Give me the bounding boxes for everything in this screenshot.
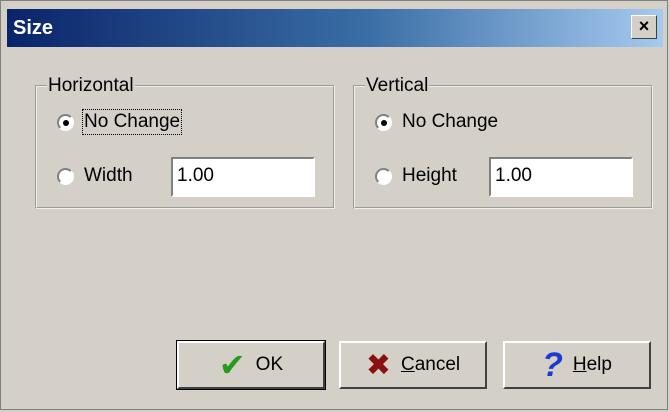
size-dialog: Size × Horizontal No Change Width 1.00 V… — [0, 0, 668, 410]
vertical-group: Vertical No Change Height 1.00 — [353, 75, 653, 209]
vertical-legend: Vertical — [365, 75, 430, 97]
width-input[interactable]: 1.00 — [171, 157, 315, 197]
horizontal-legend: Horizontal — [47, 75, 135, 97]
radio-checked-icon[interactable] — [375, 113, 392, 131]
vertical-no-change-option[interactable]: No Change — [375, 111, 498, 133]
question-icon: ? — [542, 345, 563, 384]
ok-button[interactable]: ✔ OK — [176, 340, 326, 390]
help-label: Help — [572, 354, 612, 375]
vertical-height-label: Height — [402, 165, 457, 186]
horizontal-no-change-option[interactable]: No Change — [57, 109, 183, 135]
ok-label: OK — [255, 354, 284, 375]
radio-unchecked-icon[interactable] — [57, 167, 74, 185]
radio-checked-icon[interactable] — [57, 113, 74, 131]
horizontal-width-option[interactable]: Width — [57, 165, 133, 187]
vertical-height-option[interactable]: Height — [375, 165, 457, 187]
close-button[interactable]: × — [631, 15, 657, 39]
horizontal-width-label: Width — [84, 165, 133, 186]
height-input[interactable]: 1.00 — [489, 157, 633, 197]
vertical-no-change-label: No Change — [402, 111, 499, 132]
x-icon: ✖ — [365, 348, 391, 382]
cancel-button[interactable]: ✖ Cancel — [339, 341, 487, 389]
cancel-label: Cancel — [400, 354, 461, 375]
horizontal-no-change-label: No Change — [81, 109, 183, 135]
checkmark-icon: ✔ — [218, 347, 246, 383]
help-button[interactable]: ? Help — [503, 341, 651, 389]
window-title: Size — [13, 17, 54, 39]
horizontal-group: Horizontal No Change Width 1.00 — [35, 75, 335, 209]
title-bar: Size × — [7, 9, 663, 47]
radio-unchecked-icon[interactable] — [375, 167, 392, 185]
